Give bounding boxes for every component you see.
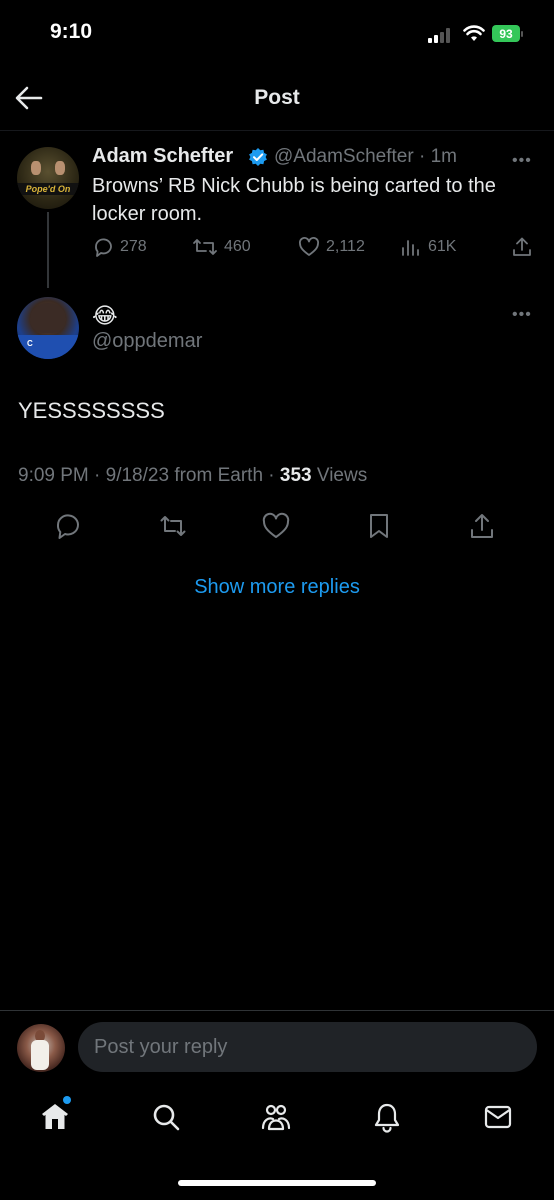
timestamp-source: 9:09 PM · 9/18/23 from Earth · bbox=[18, 465, 280, 486]
heart-icon bbox=[299, 237, 319, 256]
header-divider bbox=[0, 130, 554, 131]
author-handle-and-time[interactable]: @AdamSchefter · 1m bbox=[274, 146, 457, 168]
display-name-emoji[interactable]: 😂 bbox=[92, 303, 118, 329]
communities-icon[interactable] bbox=[260, 1101, 292, 1133]
repost-icon bbox=[193, 239, 217, 255]
post-time: 1m bbox=[430, 146, 457, 167]
repost-count: 460 bbox=[224, 238, 251, 255]
reply-count: 278 bbox=[120, 238, 147, 255]
post-text: Browns’ RB Nick Chubb is being carted to… bbox=[92, 175, 496, 225]
avatar-overlay-text: Pope'd On bbox=[17, 183, 79, 195]
reply-icon bbox=[95, 238, 112, 257]
views-count: 61K bbox=[428, 238, 457, 255]
more-options-icon[interactable]: ••• bbox=[512, 306, 532, 324]
show-more-replies-link[interactable]: Show more replies bbox=[0, 576, 554, 599]
reply-input[interactable] bbox=[78, 1022, 537, 1072]
view-count[interactable]: 353 bbox=[280, 465, 312, 486]
page-title: Post bbox=[254, 86, 300, 109]
verified-badge-icon bbox=[249, 148, 267, 166]
post-meta: 9:09 PM · 9/18/23 from Earth · 353 Views bbox=[18, 465, 367, 487]
battery-indicator: 93 bbox=[492, 25, 520, 42]
share-icon[interactable] bbox=[467, 511, 497, 541]
jersey-letter: C bbox=[27, 339, 33, 348]
wifi-icon bbox=[463, 25, 485, 41]
like-action[interactable]: 2,112 bbox=[298, 236, 365, 258]
views-label: Views bbox=[311, 465, 368, 486]
repost-action[interactable]: 460 bbox=[192, 236, 251, 258]
avatar-adam-schefter[interactable]: Pope'd On bbox=[17, 147, 79, 209]
bookmark-icon[interactable] bbox=[364, 511, 394, 541]
battery-nub bbox=[521, 31, 523, 37]
notifications-bell-icon[interactable] bbox=[371, 1101, 403, 1133]
home-icon[interactable] bbox=[39, 1101, 71, 1133]
main-post-text: YESSSSSSSS bbox=[18, 398, 165, 423]
share-icon bbox=[513, 237, 531, 256]
author-handle: @AdamSchefter bbox=[274, 146, 414, 167]
home-notification-dot bbox=[63, 1096, 71, 1104]
search-icon[interactable] bbox=[150, 1101, 182, 1133]
repost-icon[interactable] bbox=[158, 511, 188, 541]
analytics-icon bbox=[402, 240, 419, 256]
current-user-avatar[interactable] bbox=[17, 1024, 65, 1072]
heart-icon[interactable] bbox=[261, 511, 291, 541]
avatar-oppdemar[interactable]: C bbox=[17, 297, 79, 359]
thread-connector-line bbox=[47, 212, 49, 288]
like-count: 2,112 bbox=[326, 238, 365, 255]
reply-action[interactable]: 278 bbox=[92, 236, 147, 258]
more-options-icon[interactable]: ••• bbox=[512, 152, 532, 170]
status-time: 9:10 bbox=[50, 20, 93, 43]
author-name[interactable]: Adam Schefter bbox=[92, 145, 233, 168]
reply-author-handle[interactable]: @oppdemar bbox=[92, 330, 202, 353]
reply-bar-divider bbox=[0, 1010, 554, 1011]
reply-icon[interactable] bbox=[53, 511, 83, 541]
messages-envelope-icon[interactable] bbox=[482, 1101, 514, 1133]
home-indicator-bar[interactable] bbox=[178, 1180, 376, 1186]
share-action[interactable] bbox=[511, 236, 539, 258]
cellular-signal-icon bbox=[428, 27, 456, 43]
time-separator: · bbox=[418, 146, 426, 167]
views-action[interactable]: 61K bbox=[400, 236, 456, 258]
